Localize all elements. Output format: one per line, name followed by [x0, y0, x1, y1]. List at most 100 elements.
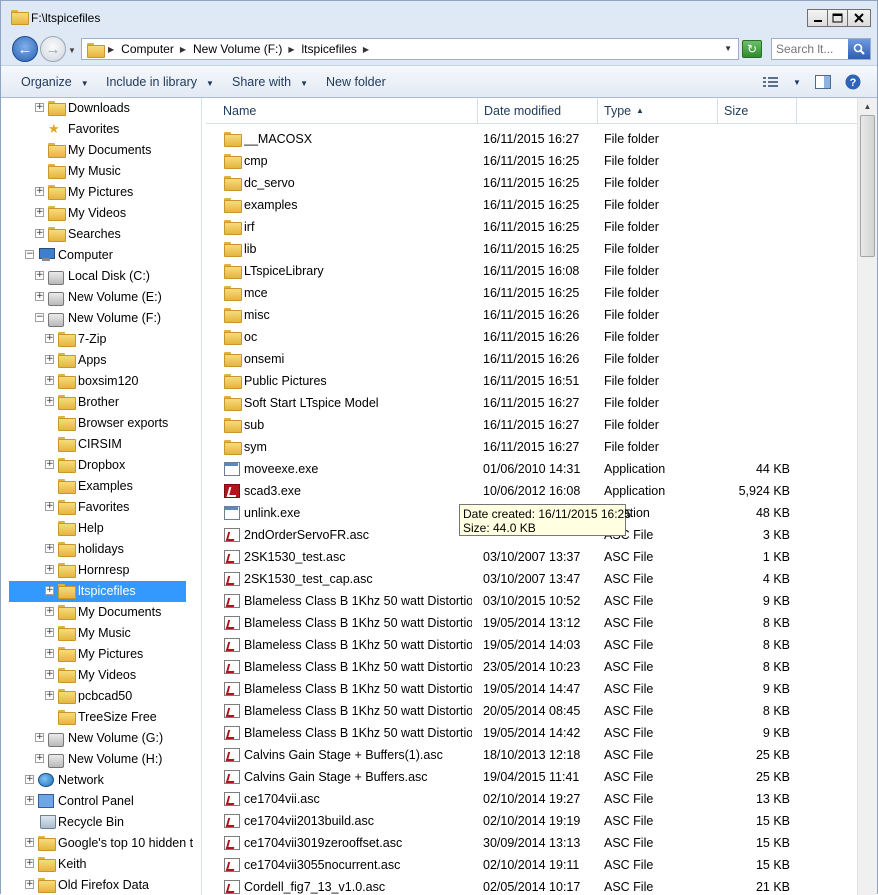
expand-icon[interactable]: +: [45, 355, 54, 364]
new-folder-button[interactable]: New folder: [326, 75, 386, 89]
nav-item[interactable]: + Favorites: [1, 497, 201, 518]
file-row[interactable]: Cordell_fig7_13_v1.0.asc 02/05/2014 10:17…: [206, 876, 857, 895]
column-header-date-modified[interactable]: Date modified: [478, 98, 598, 123]
file-row[interactable]: Blameless Class B 1Khz 50 watt Distortio…: [206, 656, 857, 678]
file-row[interactable]: Blameless Class B 1Khz 50 watt Distortio…: [206, 634, 857, 656]
expand-icon[interactable]: +: [35, 292, 44, 301]
file-row[interactable]: Blameless Class B 1Khz 50 watt Distortio…: [206, 590, 857, 612]
minimize-button[interactable]: [807, 9, 828, 27]
scroll-up-arrow-icon[interactable]: ▲: [858, 98, 877, 115]
nav-item[interactable]: TreeSize Free: [1, 707, 201, 728]
expand-icon[interactable]: +: [35, 754, 44, 763]
file-row[interactable]: ce1704vii.asc 02/10/2014 19:27 ASC File 13 …: [206, 788, 857, 810]
expand-icon[interactable]: +: [35, 271, 44, 280]
expand-icon[interactable]: +: [45, 502, 54, 511]
recent-pages-dropdown[interactable]: ▼: [68, 46, 76, 55]
nav-item[interactable]: + New Volume (G:): [1, 728, 201, 749]
chevron-down-icon[interactable]: ▼: [793, 78, 801, 87]
file-row[interactable]: Blameless Class B 1Khz 50 watt Distortio…: [206, 700, 857, 722]
expand-icon[interactable]: +: [25, 880, 34, 889]
nav-item[interactable]: + Brother: [1, 392, 201, 413]
expand-icon[interactable]: +: [45, 691, 54, 700]
expand-icon[interactable]: +: [45, 397, 54, 406]
nav-item[interactable]: + My Documents: [1, 602, 201, 623]
nav-item[interactable]: + My Videos: [1, 665, 201, 686]
file-row[interactable]: irf 16/11/2015 16:25 File folder: [206, 216, 857, 238]
file-row[interactable]: onsemi 16/11/2015 16:26 File folder: [206, 348, 857, 370]
collapse-icon[interactable]: −: [35, 313, 44, 322]
column-header-size[interactable]: Size: [718, 98, 797, 123]
nav-item[interactable]: My Music: [1, 161, 201, 182]
expand-icon[interactable]: +: [25, 796, 34, 805]
nav-item[interactable]: + Control Panel: [1, 791, 201, 812]
file-row[interactable]: ce1704vii3055nocurrent.asc 02/10/2014 19:…: [206, 854, 857, 876]
nav-item[interactable]: + Dropbox: [1, 455, 201, 476]
nav-item[interactable]: Examples: [1, 476, 201, 497]
file-row[interactable]: sym 16/11/2015 16:27 File folder: [206, 436, 857, 458]
file-row[interactable]: moveexe.exe 01/06/2010 14:31 Application 44…: [206, 458, 857, 480]
file-row[interactable]: LTspiceLibrary 16/11/2015 16:08 File folde…: [206, 260, 857, 282]
expand-icon[interactable]: +: [45, 607, 54, 616]
nav-item[interactable]: CIRSIM: [1, 434, 201, 455]
file-row[interactable]: lib 16/11/2015 16:25 File folder: [206, 238, 857, 260]
nav-item[interactable]: − Computer: [1, 245, 201, 266]
nav-item[interactable]: + Local Disk (C:): [1, 266, 201, 287]
nav-item[interactable]: + Old Firefox Data: [1, 875, 201, 895]
nav-item[interactable]: + New Volume (H:): [1, 749, 201, 770]
nav-item[interactable]: My Documents: [1, 140, 201, 161]
expand-icon[interactable]: +: [45, 586, 54, 595]
file-row[interactable]: oc 16/11/2015 16:26 File folder: [206, 326, 857, 348]
file-row[interactable]: 2SK1530_test.asc 03/10/2007 13:37 ASC File…: [206, 546, 857, 568]
file-row[interactable]: 2SK1530_test_cap.asc 03/10/2007 13:47 ASC …: [206, 568, 857, 590]
breadcrumb-new-volume-f[interactable]: New Volume (F:): [193, 42, 282, 56]
include-in-library-menu[interactable]: Include in library ▼: [106, 75, 214, 89]
search-input[interactable]: [774, 41, 846, 57]
collapse-icon[interactable]: −: [25, 250, 34, 259]
column-header-type[interactable]: Type ▲: [598, 98, 718, 123]
chevron-right-icon[interactable]: ▶: [363, 45, 369, 54]
nav-item[interactable]: + ltspicefiles: [1, 581, 201, 602]
nav-item[interactable]: Recycle Bin: [1, 812, 201, 833]
file-row[interactable]: __MACOSX 16/11/2015 16:27 File folder: [206, 128, 857, 150]
search-button[interactable]: [848, 39, 870, 59]
help-icon[interactable]: ?: [845, 74, 861, 90]
file-row[interactable]: cmp 16/11/2015 16:25 File folder: [206, 150, 857, 172]
expand-icon[interactable]: +: [25, 859, 34, 868]
nav-item[interactable]: Help: [1, 518, 201, 539]
scrollbar-thumb[interactable]: [860, 115, 875, 257]
file-row[interactable]: Blameless Class B 1Khz 50 watt Distortio…: [206, 722, 857, 744]
file-row[interactable]: Blameless Class B 1Khz 50 watt Distortio…: [206, 612, 857, 634]
expand-icon[interactable]: +: [45, 334, 54, 343]
nav-item[interactable]: + My Music: [1, 623, 201, 644]
nav-item[interactable]: + Apps: [1, 350, 201, 371]
file-row[interactable]: Blameless Class B 1Khz 50 watt Distortio…: [206, 678, 857, 700]
expand-icon[interactable]: +: [35, 229, 44, 238]
file-row[interactable]: ce1704vii2013build.asc 02/10/2014 19:19 AS…: [206, 810, 857, 832]
file-row[interactable]: scad3.exe 10/06/2012 16:08 Application 5,92…: [206, 480, 857, 502]
expand-icon[interactable]: +: [25, 775, 34, 784]
back-button[interactable]: ←: [12, 36, 38, 62]
refresh-button[interactable]: ↻: [742, 40, 762, 58]
nav-item[interactable]: + Hornresp: [1, 560, 201, 581]
nav-item[interactable]: + New Volume (E:): [1, 287, 201, 308]
file-row[interactable]: examples 16/11/2015 16:25 File folder: [206, 194, 857, 216]
nav-item[interactable]: +7-Zip: [1, 329, 201, 350]
preview-pane-icon[interactable]: [814, 75, 831, 89]
vertical-scrollbar[interactable]: ▲: [857, 98, 877, 895]
nav-item[interactable]: + Network: [1, 770, 201, 791]
forward-button[interactable]: →: [40, 36, 66, 62]
address-bar[interactable]: ▶ Computer ▶ New Volume (F:) ▶ ltspicefi…: [81, 38, 739, 60]
expand-icon[interactable]: +: [35, 103, 44, 112]
chevron-right-icon[interactable]: ▶: [288, 45, 294, 54]
nav-item[interactable]: + Searches: [1, 224, 201, 245]
expand-icon[interactable]: +: [35, 187, 44, 196]
expand-icon[interactable]: +: [45, 649, 54, 658]
nav-item[interactable]: − New Volume (F:): [1, 308, 201, 329]
file-row[interactable]: Calvins Gain Stage + Buffers.asc 19/04/20…: [206, 766, 857, 788]
nav-item[interactable]: + Keith: [1, 854, 201, 875]
nav-item[interactable]: ★ Favorites: [1, 119, 201, 140]
expand-icon[interactable]: +: [35, 208, 44, 217]
file-row[interactable]: ce1704vii3019zerooffset.asc 30/09/2014 13…: [206, 832, 857, 854]
nav-item[interactable]: + My Videos: [1, 203, 201, 224]
expand-icon[interactable]: +: [45, 628, 54, 637]
